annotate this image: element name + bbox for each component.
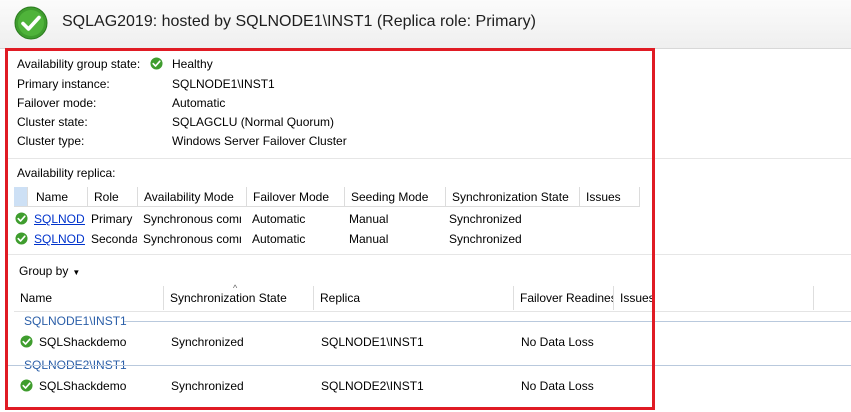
cluster-type-label: Cluster type: bbox=[17, 134, 85, 148]
primary-instance-value: SQLNODE1\INST1 bbox=[172, 77, 275, 91]
ag-state-label: Availability group state: bbox=[17, 57, 141, 71]
select-all-cell[interactable] bbox=[14, 187, 28, 207]
caret-down-icon: ▼ bbox=[72, 268, 81, 277]
group-by-label: Group by bbox=[19, 264, 69, 278]
sort-ascending-icon: ^ bbox=[233, 283, 238, 293]
col-header-seeding-mode[interactable]: Seeding Mode bbox=[345, 187, 446, 207]
success-check-icon bbox=[15, 212, 28, 225]
table-row[interactable]: SQLNODE1\INST1 Primary Synchronous commi… bbox=[14, 209, 851, 229]
replica-role: Primary bbox=[91, 212, 133, 226]
cluster-type-value: Windows Server Failover Cluster bbox=[172, 134, 347, 148]
col-header-sync-state[interactable]: Synchronization State bbox=[446, 187, 580, 207]
replica-failover-mode: Automatic bbox=[252, 232, 306, 246]
page-title: SQLAG2019: hosted by SQLNODE1\INST1 (Rep… bbox=[62, 13, 536, 30]
success-check-icon bbox=[150, 57, 163, 70]
db-failover-readiness: No Data Loss bbox=[521, 379, 594, 393]
database-grid-header: Name Synchronization State Replica Failo… bbox=[14, 286, 851, 312]
replica-grid-header: Name Role Availability Mode Failover Mod… bbox=[14, 187, 851, 208]
ag-state-value: Healthy bbox=[172, 57, 213, 71]
failover-mode-label: Failover mode: bbox=[17, 96, 97, 110]
replica-name-link[interactable]: SQLNODE1\INST1 bbox=[34, 210, 85, 228]
col-header-role[interactable]: Role bbox=[88, 187, 138, 207]
db-replica: SQLNODE1\INST1 bbox=[321, 335, 424, 349]
success-check-icon bbox=[15, 232, 28, 245]
group-divider bbox=[124, 321, 851, 322]
db-sync-state: Synchronized bbox=[171, 335, 244, 349]
replica-seeding-mode: Manual bbox=[349, 212, 389, 226]
cluster-state-label: Cluster state: bbox=[17, 115, 88, 129]
col-header-db-sync-state[interactable]: Synchronization State bbox=[164, 286, 314, 310]
cluster-state-value: SQLAGCLU (Normal Quorum) bbox=[172, 115, 335, 129]
section-divider bbox=[8, 158, 851, 159]
col-header-db-issues[interactable]: Issues bbox=[614, 286, 814, 310]
primary-instance-label: Primary instance: bbox=[17, 77, 110, 91]
dashboard-header: SQLAG2019: hosted by SQLNODE1\INST1 (Rep… bbox=[0, 0, 851, 49]
section-divider bbox=[8, 254, 851, 255]
table-row[interactable]: SQLShackdemo Synchronized SQLNODE2\INST1… bbox=[14, 376, 851, 396]
replica-section-label: Availability replica: bbox=[17, 166, 116, 180]
col-header-availability-mode[interactable]: Availability Mode bbox=[138, 187, 247, 207]
replica-sync-state: Synchronized bbox=[449, 212, 522, 226]
col-header-issues[interactable]: Issues bbox=[580, 187, 640, 207]
table-row[interactable]: SQLNODE2\INST1 Secondary Synchronous com… bbox=[14, 229, 851, 249]
success-check-icon bbox=[14, 6, 48, 40]
db-failover-readiness: No Data Loss bbox=[521, 335, 594, 349]
table-row[interactable]: SQLShackdemo Synchronized SQLNODE1\INST1… bbox=[14, 332, 851, 352]
group-by-dropdown[interactable]: Group by ▼ bbox=[19, 264, 80, 278]
replica-failover-mode: Automatic bbox=[252, 212, 306, 226]
success-check-icon bbox=[20, 379, 33, 392]
col-header-db-replica[interactable]: Replica bbox=[314, 286, 514, 310]
col-header-name[interactable]: Name bbox=[28, 187, 88, 207]
col-header-db-name[interactable]: Name bbox=[14, 286, 164, 310]
failover-mode-value: Automatic bbox=[172, 96, 226, 110]
db-name: SQLShackdemo bbox=[39, 335, 127, 349]
replica-sync-state: Synchronized bbox=[449, 232, 522, 246]
success-check-icon bbox=[20, 335, 33, 348]
col-header-failover-mode[interactable]: Failover Mode bbox=[247, 187, 345, 207]
group-divider bbox=[8, 365, 851, 366]
replica-availability-mode: Synchronous commit bbox=[143, 232, 241, 246]
replica-role: Secondary bbox=[91, 232, 137, 246]
replica-seeding-mode: Manual bbox=[349, 232, 389, 246]
db-replica: SQLNODE2\INST1 bbox=[321, 379, 424, 393]
replica-name-link[interactable]: SQLNODE2\INST1 bbox=[34, 230, 85, 248]
replica-availability-mode: Synchronous commit bbox=[143, 212, 241, 226]
db-sync-state: Synchronized bbox=[171, 379, 244, 393]
col-header-db-failover-readiness[interactable]: Failover Readiness bbox=[514, 286, 614, 310]
db-name: SQLShackdemo bbox=[39, 379, 127, 393]
group-title[interactable]: SQLNODE1\INST1 bbox=[24, 314, 127, 328]
